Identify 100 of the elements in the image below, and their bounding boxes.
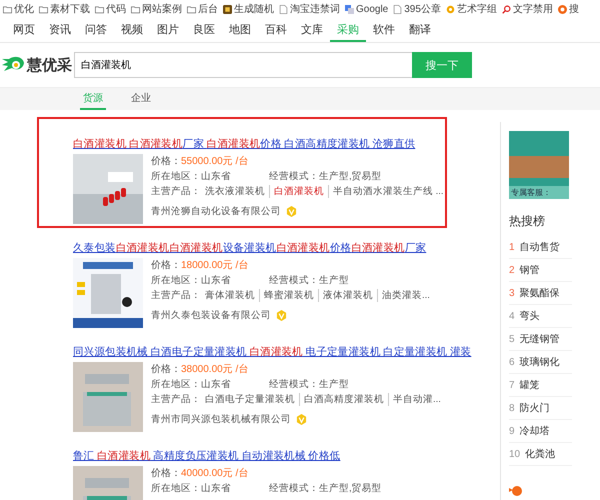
region-text: 所在地区：山东省 (151, 378, 232, 391)
product-link[interactable]: 白酒电子定量灌装机 (201, 393, 300, 406)
rank-number: 8 (509, 402, 515, 414)
app-icon (223, 4, 232, 14)
rank-number: 6 (509, 356, 515, 368)
product-link[interactable]: 膏体灌装机 (201, 289, 260, 302)
ad-banner[interactable]: 专属客服： (509, 131, 569, 199)
hot-search-title: 热搜榜 (509, 213, 546, 230)
hot-search-item[interactable]: 防火门 (520, 401, 550, 415)
region-text: 所在地区：山东省 (151, 274, 232, 287)
business-mode-text: 经营模式：生产型 (269, 378, 349, 391)
price-label: 价格： (151, 258, 181, 272)
search-icon (502, 4, 511, 14)
hot-search-item[interactable]: 弯头 (520, 309, 540, 323)
nav-tab[interactable]: 翻译 (402, 18, 438, 42)
nav-tab[interactable]: 地图 (222, 18, 258, 42)
nav-tab[interactable]: 问答 (78, 18, 114, 42)
products-label: 主营产品： (151, 185, 201, 198)
bookmark[interactable]: 395公章 (404, 2, 441, 16)
company-name: 青州久泰包装设备有限公司 (151, 309, 271, 322)
products-label: 主营产品： (151, 289, 201, 302)
product-link[interactable]: 油类灌装... (378, 289, 434, 302)
hot-search-item[interactable]: 化粪池 (525, 447, 556, 461)
price: 55000.00元 /台 (181, 154, 248, 168)
bookmark[interactable]: 艺术字组 (456, 2, 497, 16)
bookmark[interactable]: 优化 (14, 2, 34, 16)
hot-search-item[interactable]: 聚氨酯保 (520, 286, 560, 300)
hot-search-item[interactable]: 冷却塔 (520, 424, 550, 438)
search-field[interactable]: 白酒灌装机 (74, 52, 412, 78)
rank-number: 1 (509, 242, 515, 252)
hot-search-item[interactable]: 罐笼 (520, 378, 540, 392)
nav-tab[interactable]: 百科 (258, 18, 294, 42)
product-link[interactable]: 蜂蜜灌装机 (260, 289, 319, 302)
nav-tab[interactable]: 软件 (366, 18, 402, 42)
folder-icon (95, 4, 104, 14)
bookmark[interactable]: 后台 (198, 2, 218, 16)
bookmark[interactable]: 网站案例 (142, 2, 182, 16)
product-link[interactable]: 液体灌装机 (319, 289, 378, 302)
price-label: 价格： (151, 466, 181, 480)
nav-tab[interactable]: 网页 (6, 18, 42, 42)
bookmark[interactable]: 生成随机 (234, 2, 274, 16)
product-photo (73, 258, 143, 328)
nav-tab[interactable]: 资讯 (42, 18, 78, 42)
folder-icon (3, 4, 12, 14)
bookmark[interactable]: 代码 (106, 2, 126, 16)
product-link[interactable]: 半自动灌... (389, 393, 445, 406)
folder-icon (187, 4, 196, 14)
product-photo (73, 154, 143, 224)
price-label: 价格： (151, 154, 181, 168)
result-title-link[interactable]: 鲁汇 白酒灌装机 高精度负压灌装机 自动灌装机械 价格低 (73, 450, 340, 463)
nav-tab[interactable]: 良医 (186, 18, 222, 42)
hot-search-item[interactable]: 玻璃钢化 (520, 355, 560, 369)
price-label: 价格： (151, 362, 181, 376)
bookmark[interactable]: 文字禁用 (512, 2, 553, 16)
hot-search-item[interactable]: 无缝钢管 (520, 332, 560, 346)
bookmark[interactable]: Google (356, 4, 388, 14)
rank-number: 3 (509, 288, 515, 298)
rank-number: 9 (509, 426, 515, 436)
company-name: 青州沧狮自动化设备有限公司 (151, 205, 281, 218)
ad-text: 专属客服： (509, 186, 569, 199)
bookmark[interactable]: 淘宝违禁词 (290, 2, 340, 16)
price: 38000.00元 /台 (181, 362, 248, 376)
product-link[interactable]: 白酒灌装机 (270, 185, 329, 198)
nav-tab[interactable]: 文库 (294, 18, 330, 42)
business-mode-text: 经营模式：生产型,贸易型 (269, 482, 382, 495)
logo-icon (509, 484, 523, 496)
rank-number: 2 (509, 264, 515, 276)
page-icon (279, 4, 288, 14)
region-text: 所在地区：山东省 (151, 170, 232, 183)
business-mode-text: 经营模式：生产型 (269, 274, 349, 287)
folder-icon (131, 4, 140, 14)
site-logo-text: 慧优采 (27, 56, 72, 74)
rank-number: 10 (509, 448, 520, 460)
nav-tab[interactable]: 视频 (114, 18, 150, 42)
nav-tab[interactable]: 图片 (150, 18, 186, 42)
price: 18000.00元 /台 (181, 258, 248, 272)
price: 40000.00元 /台 (181, 466, 248, 480)
bookmark[interactable]: 搜 (568, 2, 579, 16)
rank-number: 4 (509, 310, 515, 322)
rank-number: 7 (509, 380, 515, 390)
region-text: 所在地区：山东省 (151, 482, 232, 495)
product-photo (73, 362, 143, 432)
result-title-link[interactable]: 同兴源包装机械 白酒电子定量灌装机 白酒灌装机 电子定量灌装机 白定量灌装机 灌装 (73, 346, 472, 359)
category-tab[interactable]: 企业 (128, 88, 154, 110)
hot-search-item[interactable]: 自动售货 (520, 240, 560, 254)
company-name: 青州市同兴源包装机械有限公司 (151, 413, 291, 426)
logo-icon (558, 4, 567, 14)
bookmark[interactable]: 素材下载 (50, 2, 90, 16)
product-link[interactable]: 半自动酒水灌装生产线 ... (329, 185, 448, 198)
page-icon (393, 4, 402, 14)
business-mode-text: 经营模式：生产型,贸易型 (269, 170, 382, 183)
products-label: 主营产品： (151, 393, 201, 406)
product-link[interactable]: 白酒高精度灌装机 (300, 393, 389, 406)
translate-icon (345, 4, 354, 14)
product-link[interactable]: 洗衣液灌装机 (201, 185, 270, 198)
hot-search-item[interactable]: 钢管 (520, 263, 540, 277)
result-title-link[interactable]: 久泰包装白酒灌装机白酒灌装机设备灌装机白酒灌装机价格白酒灌装机厂家 (73, 242, 426, 255)
folder-icon (39, 4, 48, 14)
rank-number: 5 (509, 334, 515, 344)
result-title-link[interactable]: 白酒灌装机 白酒灌装机厂家 白酒灌装机价格 白酒高精度灌装机 沧狮直供 (73, 138, 416, 151)
